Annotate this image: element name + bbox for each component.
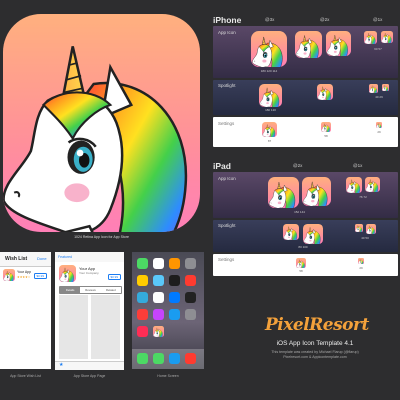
app-icon-thumbnail (296, 258, 306, 268)
ipad-settings-label: Settings (218, 257, 235, 262)
app-icon-thumbnail (302, 177, 331, 206)
size-label: 87 (267, 139, 272, 143)
app-icon-thumbnail (346, 177, 362, 193)
segmented-control: Details Reviews Related (59, 286, 122, 294)
size-label: 180 120 114 (260, 69, 278, 73)
large-icon-caption: 1024 Retina App Icon for App Store (74, 235, 129, 239)
app-icon-thumbnail (321, 122, 331, 132)
app-icon-thumbnail (59, 265, 76, 282)
large-app-icon (3, 14, 200, 232)
tab-details[interactable]: Details (60, 287, 81, 293)
ipad-scale-1x: @1x (353, 163, 363, 168)
app-icon-thumbnail (365, 177, 380, 192)
ipad-section-title: iPad (213, 161, 231, 171)
app-icon-thumbnail (268, 177, 299, 208)
template-title: iOS App Icon Template 4.1 (276, 340, 354, 347)
size-label: 29 (359, 266, 363, 270)
size-label: 29 (377, 130, 381, 134)
app-icon-thumbnail (326, 31, 351, 56)
iphone-app-icon-label: App Icon (218, 30, 236, 35)
ipad-scale-2x: @2x (293, 163, 303, 168)
featured-back-button[interactable]: Featured (58, 255, 72, 259)
ipad-app-icon-label: App Icon (218, 176, 236, 181)
app-icon-thumbnail (251, 31, 287, 67)
app-icon-thumbnail (358, 258, 364, 264)
size-label: 40 50 (361, 236, 369, 240)
app-icon-thumbnail (3, 269, 15, 281)
iphone-settings-label: Settings (218, 121, 235, 126)
iphone-scale-3x: @3x (265, 17, 275, 22)
price-button[interactable]: $0.99 (34, 273, 47, 279)
credit-line-2: Pixelresort.com & Appicontemplate.com (283, 355, 347, 359)
price-button[interactable]: $0.99 (108, 274, 121, 280)
size-label: 58 (299, 269, 303, 273)
app-icon-thumbnail (303, 224, 323, 244)
app-icon-thumbnail (376, 122, 382, 128)
appstore-screen: Featured Your App Your Company $0.99 Det… (55, 252, 124, 370)
size-label: 58 (324, 134, 328, 138)
app-icon-thumbnail (381, 31, 393, 43)
app-icon-thumbnail (364, 31, 377, 44)
wishlist-screen: Wish List Done Your App ★★★★☆ $0.99 (0, 252, 51, 369)
app-icon-thumbnail (355, 224, 363, 232)
ipad-spotlight-label: Spotlight (218, 223, 236, 228)
tab-reviews[interactable]: Reviews (80, 287, 100, 293)
size-label: 76 72 (359, 195, 367, 199)
pixelresort-logo: PixelResort (265, 315, 369, 335)
iphone-scale-2x: @2x (320, 17, 330, 22)
appstore-caption: App Store App Page (73, 374, 106, 378)
size-label: 152 144 (294, 210, 305, 214)
wishlist-app-name: Your App (17, 270, 32, 274)
app-icon-thumbnail (262, 122, 277, 137)
iphone-scale-1x: @1x (373, 17, 383, 22)
unicorn-icon (3, 38, 200, 232)
tab-related[interactable]: Related (101, 287, 121, 293)
app-icon-thumbnail[interactable] (153, 326, 164, 337)
home-screen (132, 252, 204, 369)
appstore-company: Your Company (79, 271, 99, 275)
iphone-section-title: iPhone (213, 15, 242, 25)
size-label: 180 120 (265, 108, 276, 112)
app-icon-thumbnail (369, 84, 378, 93)
app-icon-thumbnail (317, 84, 333, 100)
done-button[interactable]: Done (37, 256, 47, 261)
app-icon-thumbnail (295, 31, 322, 58)
app-icon-thumbnail (283, 224, 299, 240)
wishlist-caption: App Store Wish List (10, 374, 41, 378)
app-icon-thumbnail (259, 84, 282, 107)
app-icon-thumbnail (366, 224, 376, 234)
size-label: 60 57 (374, 47, 382, 51)
home-screen-caption: Home Screen (157, 374, 179, 378)
app-icon-thumbnail (382, 84, 389, 91)
size-label: 80 100 (298, 245, 308, 249)
size-label: 40 29 (375, 95, 383, 99)
wishlist-title: Wish List (5, 256, 28, 262)
iphone-spotlight-label: Spotlight (218, 83, 236, 88)
